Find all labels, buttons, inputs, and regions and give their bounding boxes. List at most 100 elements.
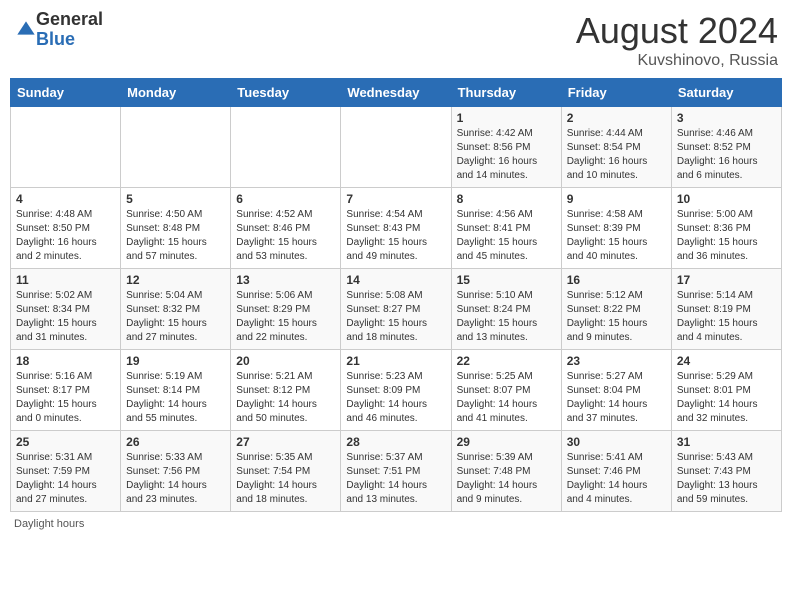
calendar-cell: 29 Sunrise: 5:39 AMSunset: 7:48 PMDayligh… <box>451 431 561 512</box>
day-info: Sunrise: 5:12 AMSunset: 8:22 PMDaylight:… <box>567 289 666 345</box>
day-info: Sunrise: 5:33 AMSunset: 7:56 PMDaylight:… <box>126 451 225 507</box>
day-number: 22 <box>457 354 556 368</box>
day-number: 20 <box>236 354 335 368</box>
weekday-header: Monday <box>121 79 231 107</box>
location: Kuvshinovo, Russia <box>576 52 778 70</box>
day-number: 14 <box>346 273 445 287</box>
day-info: Sunrise: 5:39 AMSunset: 7:48 PMDaylight:… <box>457 451 556 507</box>
day-info: Sunrise: 5:31 AMSunset: 7:59 PMDaylight:… <box>16 451 115 507</box>
day-number: 31 <box>677 435 776 449</box>
day-number: 24 <box>677 354 776 368</box>
day-info: Sunrise: 5:06 AMSunset: 8:29 PMDaylight:… <box>236 289 335 345</box>
calendar-cell: 15Sunrise: 5:10 AMSunset: 8:24 PMDayligh… <box>451 269 561 350</box>
day-info: Sunrise: 5:43 AMSunset: 7:43 PMDaylight:… <box>677 451 776 507</box>
calendar-cell: 3Sunrise: 4:46 AMSunset: 8:52 PMDaylight… <box>671 107 781 188</box>
calendar-cell: 24Sunrise: 5:29 AMSunset: 8:01 PMDayligh… <box>671 350 781 431</box>
calendar-cell: 4 Sunrise: 4:48 AMSunset: 8:50 PMDaylight… <box>11 188 121 269</box>
day-info: Sunrise: 5:27 AMSunset: 8:04 PMDaylight:… <box>567 370 666 426</box>
weekday-header: Wednesday <box>341 79 451 107</box>
day-info: Sunrise: 5:25 AMSunset: 8:07 PMDaylight:… <box>457 370 556 426</box>
day-number: 13 <box>236 273 335 287</box>
page-header: General Blue August 2024 Kuvshinovo, Rus… <box>10 10 782 70</box>
calendar-cell: 11 Sunrise: 5:02 AMSunset: 8:34 PMDayligh… <box>11 269 121 350</box>
day-info: Sunrise: 4:56 AMSunset: 8:41 PMDaylight:… <box>457 208 556 264</box>
day-number: 21 <box>346 354 445 368</box>
day-number: 10 <box>677 192 776 206</box>
calendar-cell: 6 Sunrise: 4:52 AMSunset: 8:46 PMDaylight… <box>231 188 341 269</box>
calendar-cell: 21 Sunrise: 5:23 AMSunset: 8:09 PMDayligh… <box>341 350 451 431</box>
day-number: 17 <box>677 273 776 287</box>
calendar-table: SundayMondayTuesdayWednesdayThursdayFrid… <box>10 78 782 512</box>
calendar-cell: 23 Sunrise: 5:27 AMSunset: 8:04 PMDayligh… <box>561 350 671 431</box>
day-number: 12 <box>126 273 225 287</box>
calendar-cell: 5Sunrise: 4:50 AMSunset: 8:48 PMDaylight… <box>121 188 231 269</box>
calendar-cell: 30 Sunrise: 5:41 AMSunset: 7:46 PMDayligh… <box>561 431 671 512</box>
day-info: Sunrise: 5:00 AMSunset: 8:36 PMDaylight:… <box>677 208 776 264</box>
weekday-header-row: SundayMondayTuesdayWednesdayThursdayFrid… <box>11 79 782 107</box>
weekday-header: Friday <box>561 79 671 107</box>
day-info: Sunrise: 5:37 AMSunset: 7:51 PMDaylight:… <box>346 451 445 507</box>
calendar-week-row: 4 Sunrise: 4:48 AMSunset: 8:50 PMDaylight… <box>11 188 782 269</box>
logo-blue: Blue <box>36 30 103 50</box>
day-info: Sunrise: 5:10 AMSunset: 8:24 PMDaylight:… <box>457 289 556 345</box>
day-info: Sunrise: 5:02 AMSunset: 8:34 PMDaylight:… <box>16 289 115 345</box>
calendar-cell: 1 Sunrise: 4:42 AMSunset: 8:56 PMDaylight… <box>451 107 561 188</box>
day-number: 8 <box>457 192 556 206</box>
day-info: Sunrise: 4:42 AMSunset: 8:56 PMDaylight:… <box>457 127 556 183</box>
calendar-cell: 22 Sunrise: 5:25 AMSunset: 8:07 PMDayligh… <box>451 350 561 431</box>
footer-note: Daylight hours <box>10 518 782 530</box>
day-info: Sunrise: 5:35 AMSunset: 7:54 PMDaylight:… <box>236 451 335 507</box>
day-info: Sunrise: 5:23 AMSunset: 8:09 PMDaylight:… <box>346 370 445 426</box>
weekday-header: Sunday <box>11 79 121 107</box>
logo-general: General <box>36 10 103 30</box>
calendar-cell <box>231 107 341 188</box>
logo: General Blue <box>14 10 103 50</box>
calendar-cell <box>121 107 231 188</box>
logo-icon <box>16 20 36 40</box>
day-info: Sunrise: 5:08 AMSunset: 8:27 PMDaylight:… <box>346 289 445 345</box>
calendar-week-row: 1 Sunrise: 4:42 AMSunset: 8:56 PMDaylight… <box>11 107 782 188</box>
calendar-cell: 12 Sunrise: 5:04 AMSunset: 8:32 PMDayligh… <box>121 269 231 350</box>
weekday-header: Thursday <box>451 79 561 107</box>
day-number: 28 <box>346 435 445 449</box>
day-number: 30 <box>567 435 666 449</box>
day-info: Sunrise: 4:46 AMSunset: 8:52 PMDaylight:… <box>677 127 776 183</box>
day-info: Sunrise: 5:21 AMSunset: 8:12 PMDaylight:… <box>236 370 335 426</box>
day-info: Sunrise: 5:14 AMSunset: 8:19 PMDaylight:… <box>677 289 776 345</box>
day-number: 2 <box>567 111 666 125</box>
calendar-cell: 10 Sunrise: 5:00 AMSunset: 8:36 PMDayligh… <box>671 188 781 269</box>
calendar-cell: 14 Sunrise: 5:08 AMSunset: 8:27 PMDayligh… <box>341 269 451 350</box>
calendar-cell: 18Sunrise: 5:16 AMSunset: 8:17 PMDayligh… <box>11 350 121 431</box>
calendar-cell: 25Sunrise: 5:31 AMSunset: 7:59 PMDayligh… <box>11 431 121 512</box>
day-number: 1 <box>457 111 556 125</box>
day-number: 6 <box>236 192 335 206</box>
day-info: Sunrise: 4:54 AMSunset: 8:43 PMDaylight:… <box>346 208 445 264</box>
day-number: 29 <box>457 435 556 449</box>
calendar-cell: 20 Sunrise: 5:21 AMSunset: 8:12 PMDayligh… <box>231 350 341 431</box>
calendar-cell: 2 Sunrise: 4:44 AMSunset: 8:54 PMDaylight… <box>561 107 671 188</box>
day-number: 23 <box>567 354 666 368</box>
calendar-week-row: 18Sunrise: 5:16 AMSunset: 8:17 PMDayligh… <box>11 350 782 431</box>
day-number: 9 <box>567 192 666 206</box>
calendar-cell <box>341 107 451 188</box>
day-info: Sunrise: 4:44 AMSunset: 8:54 PMDaylight:… <box>567 127 666 183</box>
day-number: 26 <box>126 435 225 449</box>
calendar-cell: 19Sunrise: 5:19 AMSunset: 8:14 PMDayligh… <box>121 350 231 431</box>
day-number: 4 <box>16 192 115 206</box>
day-info: Sunrise: 4:50 AMSunset: 8:48 PMDaylight:… <box>126 208 225 264</box>
calendar-cell: 16Sunrise: 5:12 AMSunset: 8:22 PMDayligh… <box>561 269 671 350</box>
day-number: 11 <box>16 273 115 287</box>
calendar-week-row: 11 Sunrise: 5:02 AMSunset: 8:34 PMDayligh… <box>11 269 782 350</box>
weekday-header: Tuesday <box>231 79 341 107</box>
day-info: Sunrise: 5:41 AMSunset: 7:46 PMDaylight:… <box>567 451 666 507</box>
calendar-cell: 8 Sunrise: 4:56 AMSunset: 8:41 PMDaylight… <box>451 188 561 269</box>
day-info: Sunrise: 4:52 AMSunset: 8:46 PMDaylight:… <box>236 208 335 264</box>
day-number: 18 <box>16 354 115 368</box>
calendar-cell: 13 Sunrise: 5:06 AMSunset: 8:29 PMDayligh… <box>231 269 341 350</box>
calendar-cell: 17 Sunrise: 5:14 AMSunset: 8:19 PMDayligh… <box>671 269 781 350</box>
day-number: 7 <box>346 192 445 206</box>
day-info: Sunrise: 5:04 AMSunset: 8:32 PMDaylight:… <box>126 289 225 345</box>
logo-text: General Blue <box>36 10 103 50</box>
day-number: 27 <box>236 435 335 449</box>
day-info: Sunrise: 4:48 AMSunset: 8:50 PMDaylight:… <box>16 208 115 264</box>
